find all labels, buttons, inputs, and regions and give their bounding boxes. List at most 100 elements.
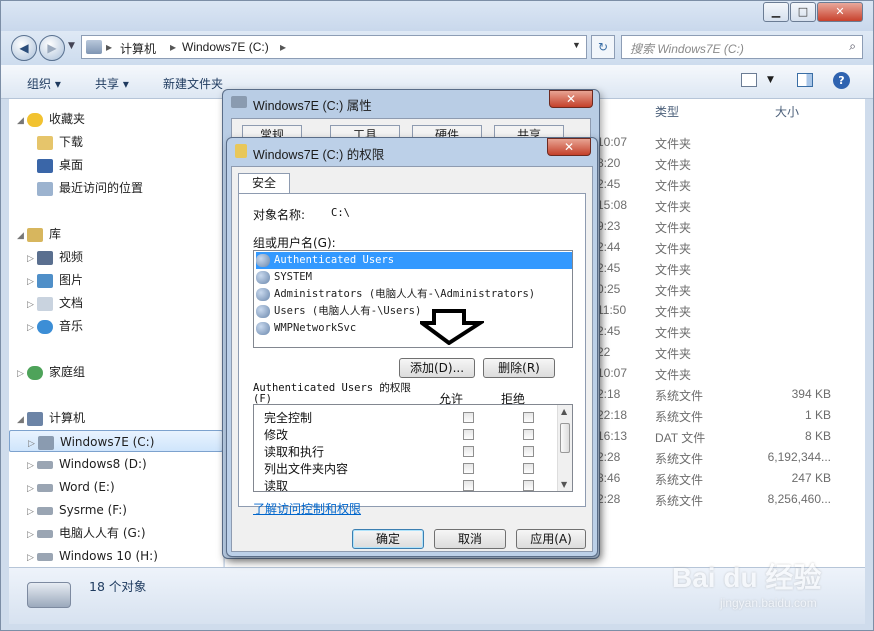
permissions-header: Authenticated Users 的权限 xyxy=(253,382,411,394)
column-header-type[interactable]: 类型 xyxy=(655,103,679,120)
desktop-icon xyxy=(37,158,53,173)
search-input[interactable]: 搜索 Windows7E (C:) ⌕ xyxy=(621,35,863,59)
user-label: Authenticated Users xyxy=(274,254,395,266)
object-name-value: C:\ xyxy=(331,207,350,219)
nav-drive-f[interactable]: ▷ Sysrme (F:) xyxy=(27,499,127,521)
apply-button[interactable]: 应用(A) xyxy=(516,529,586,549)
address-dropdown-icon[interactable]: ▼ xyxy=(572,40,581,50)
back-button[interactable]: ◀ xyxy=(11,35,37,61)
permissions-dialog-title: Windows7E (C:) 的权限 xyxy=(253,148,385,162)
watermark-brand: Bai du 经验 xyxy=(672,562,822,593)
breadcrumb-drive[interactable]: Windows7E (C:) xyxy=(182,40,269,54)
user-label: WMPNetworkSvc xyxy=(274,322,357,334)
new-folder-button[interactable]: 新建文件夹 xyxy=(163,75,223,92)
properties-close-button[interactable]: ✕ xyxy=(549,90,593,108)
user-label: Users (电脑人人有-\Users) xyxy=(274,305,422,317)
preview-pane-icon[interactable] xyxy=(797,73,813,87)
allow-checkbox[interactable] xyxy=(463,463,474,474)
deny-checkbox[interactable] xyxy=(523,446,534,457)
permission-label: 完全控制 xyxy=(264,411,313,425)
nav-label: 最近访问的位置 xyxy=(59,181,144,195)
nav-desktop[interactable]: 桌面 xyxy=(37,154,83,176)
nav-label: Windows8 (D:) xyxy=(59,457,147,471)
object-name-label: 对象名称: xyxy=(253,208,306,222)
breadcrumb-computer[interactable]: 计算机 xyxy=(120,40,156,57)
nav-drive-g[interactable]: ▷ 电脑人人有 (G:) xyxy=(27,522,146,544)
cell-type: DAT 文件 xyxy=(655,431,706,445)
drive-icon xyxy=(37,552,53,561)
view-options-icon[interactable] xyxy=(741,73,757,87)
view-dropdown-icon[interactable]: ▼ xyxy=(767,75,774,85)
organize-menu[interactable]: 组织 ▾ xyxy=(27,75,61,92)
users-group-icon xyxy=(256,270,270,284)
add-button[interactable]: 添加(D)... xyxy=(399,358,475,378)
nav-drive-d[interactable]: ▷ Windows8 (D:) xyxy=(27,453,147,475)
scroll-down-icon[interactable]: ▼ xyxy=(561,480,567,489)
allow-checkbox[interactable] xyxy=(463,429,474,440)
deny-checkbox[interactable] xyxy=(523,412,534,423)
folder-icon xyxy=(235,144,247,158)
deny-checkbox[interactable] xyxy=(523,480,534,491)
nav-label: 收藏夹 xyxy=(49,112,86,126)
drive-icon xyxy=(37,529,53,538)
allow-checkbox[interactable] xyxy=(463,446,474,457)
nav-pictures[interactable]: ▷ 图片 xyxy=(27,269,83,291)
maximize-button[interactable]: □ xyxy=(790,2,816,22)
cell-type: 文件夹 xyxy=(655,305,692,319)
deny-checkbox[interactable] xyxy=(523,463,534,474)
nav-documents[interactable]: ▷ 文档 xyxy=(27,292,83,314)
nav-libraries[interactable]: ◢ 库 xyxy=(17,223,61,245)
nav-label: 图片 xyxy=(59,273,84,287)
nav-homegroup[interactable]: ▷ 家庭组 xyxy=(17,361,85,383)
scroll-thumb[interactable] xyxy=(560,423,570,453)
homegroup-icon xyxy=(27,365,43,380)
nav-drive-e[interactable]: ▷ Word (E:) xyxy=(27,476,115,498)
allow-checkbox[interactable] xyxy=(463,412,474,423)
remove-button[interactable]: 删除(R) xyxy=(483,358,555,378)
nav-drive-c[interactable]: ▷ Windows7E (C:) xyxy=(9,430,223,452)
tab-security[interactable]: 安全 xyxy=(238,173,290,194)
history-dropdown-icon[interactable]: ▼ xyxy=(68,41,75,51)
user-item[interactable]: Users (电脑人人有-\Users) xyxy=(256,303,421,320)
nav-favorites[interactable]: ◢ 收藏夹 xyxy=(17,108,85,130)
help-icon[interactable]: ? xyxy=(833,72,850,89)
permissions-close-button[interactable]: ✕ xyxy=(547,138,591,156)
access-control-help-link[interactable]: 了解访问控制和权限 xyxy=(253,500,361,517)
cell-type: 系统文件 xyxy=(655,494,704,508)
cancel-button[interactable]: 取消 xyxy=(434,529,506,549)
watermark-url: jingyan.baidu.com xyxy=(720,596,817,610)
search-icon[interactable]: ⌕ xyxy=(849,39,856,54)
user-item[interactable]: Administrators (电脑人人有-\Administrators) xyxy=(256,286,535,303)
permissions-scrollbar[interactable]: ▲ ▼ xyxy=(557,405,572,491)
share-menu[interactable]: 共享 ▾ xyxy=(95,75,129,92)
nav-label: Sysrme (F:) xyxy=(59,503,127,517)
allow-checkbox[interactable] xyxy=(463,480,474,491)
nav-drive-h[interactable]: ▷ Windows 10 (H:) xyxy=(27,545,158,567)
deny-checkbox[interactable] xyxy=(523,429,534,440)
nav-recent[interactable]: 最近访问的位置 xyxy=(37,177,143,199)
ok-button[interactable]: 确定 xyxy=(352,529,424,549)
forward-button[interactable]: ▶ xyxy=(39,35,65,61)
scroll-up-icon[interactable]: ▲ xyxy=(561,407,567,416)
permissions-list[interactable]: 完全控制 修改 读取和执行 列出文件夹内容 读取 ▲ ▼ xyxy=(253,404,573,492)
user-item[interactable]: Authenticated Users xyxy=(256,252,572,269)
cell-time: 2:45 xyxy=(597,324,621,338)
music-icon xyxy=(37,319,53,334)
minimize-button[interactable]: ▁ xyxy=(763,2,789,22)
address-bar[interactable]: ▸ 计算机 ▸ Windows7E (C:) ▸ ▼ xyxy=(81,35,587,59)
nav-videos[interactable]: ▷ 视频 xyxy=(27,246,83,268)
user-item[interactable]: SYSTEM xyxy=(256,269,312,286)
cell-time: 11:50 xyxy=(597,303,627,317)
nav-downloads[interactable]: 下载 xyxy=(37,131,83,153)
close-button[interactable]: ✕ xyxy=(817,2,863,22)
users-listbox[interactable]: Authenticated Users SYSTEM Administrator… xyxy=(253,250,573,348)
nav-computer[interactable]: ◢ 计算机 xyxy=(17,407,85,429)
column-header-size[interactable]: 大小 xyxy=(775,103,799,120)
security-tab-panel: 对象名称: C:\ 组或用户名(G): Authenticated Users … xyxy=(238,193,586,516)
user-item[interactable]: WMPNetworkSvc xyxy=(256,320,356,337)
nav-music[interactable]: ▷ 音乐 xyxy=(27,315,83,337)
breadcrumb-separator-icon: ▸ xyxy=(106,40,113,54)
refresh-icon[interactable]: ↻ xyxy=(591,35,615,59)
document-icon xyxy=(37,296,53,311)
star-icon xyxy=(27,112,43,127)
